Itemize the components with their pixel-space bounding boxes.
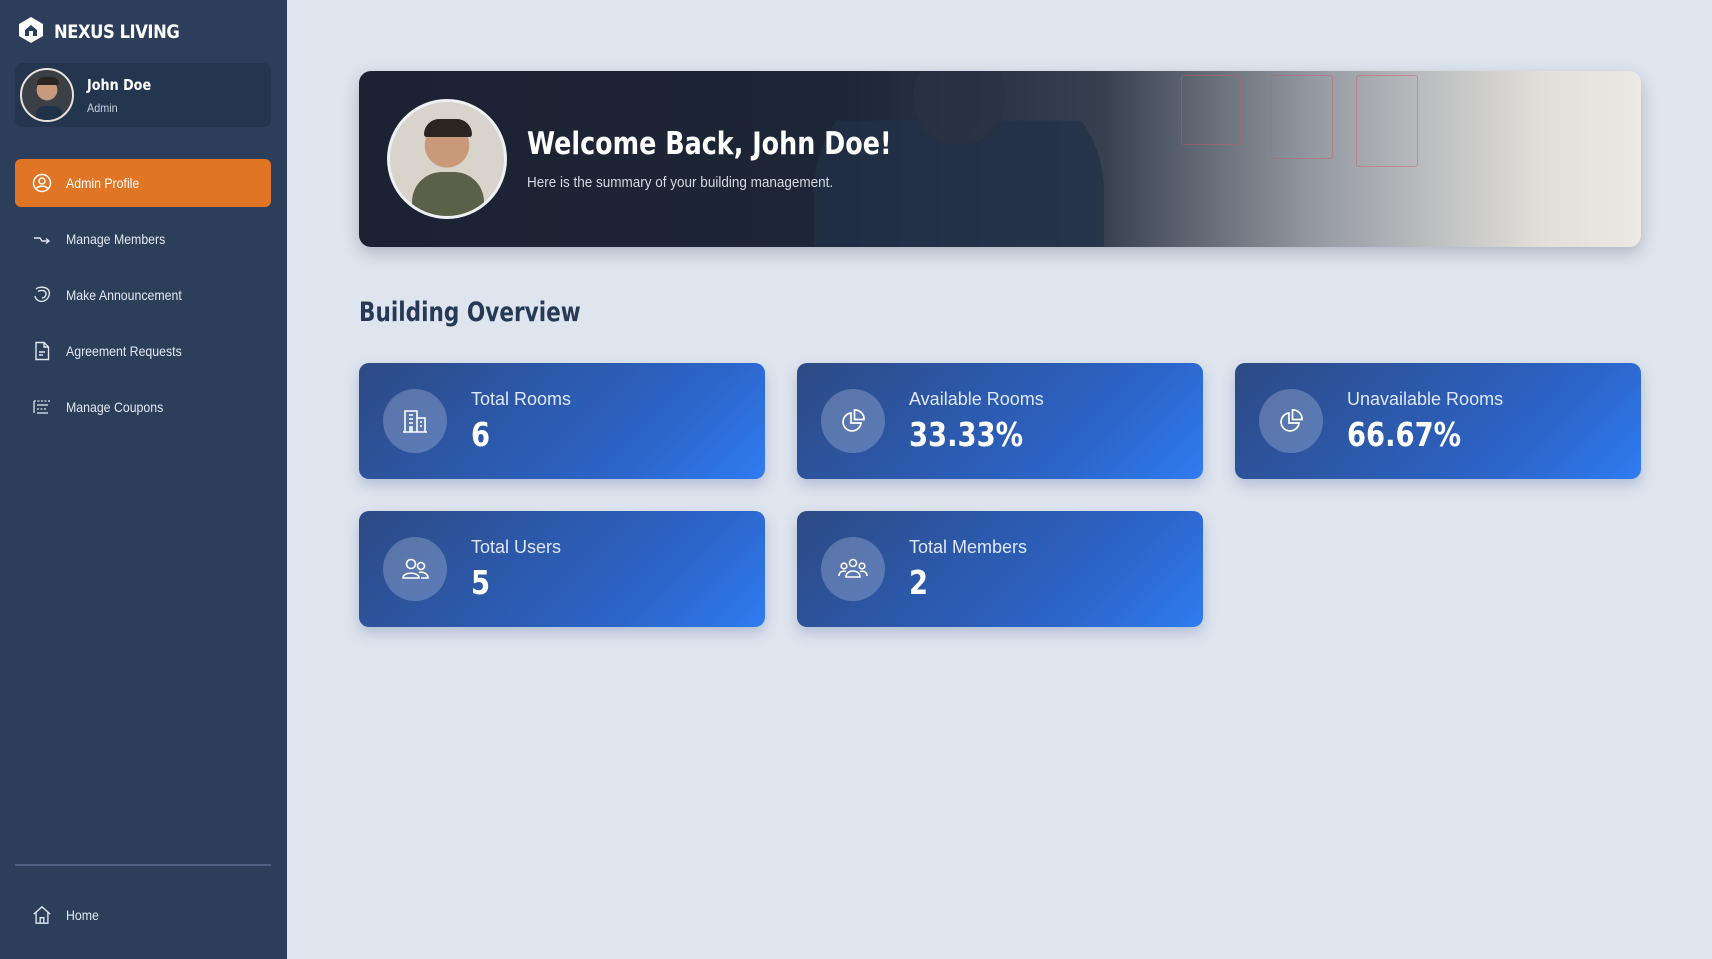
sidebar-nav: Admin Profile Manage Members Make Announ… (15, 159, 271, 439)
sidebar-item-label: Agreement Requests (66, 343, 182, 359)
stat-card-total-members: Total Members 2 (797, 511, 1203, 627)
stat-value: 66.67% (1347, 414, 1462, 454)
stat-label: Available Rooms (909, 388, 1044, 409)
stat-label: Unavailable Rooms (1347, 388, 1504, 409)
pie-chart-icon (821, 389, 885, 453)
house-hexagon-icon (18, 16, 44, 49)
sidebar-divider (15, 864, 271, 866)
arrow-member-icon (32, 229, 52, 249)
document-icon (32, 341, 52, 361)
users-icon (383, 537, 447, 601)
avatar-large (387, 99, 507, 219)
sidebar-item-label: Make Announcement (66, 287, 182, 303)
building-icon (383, 389, 447, 453)
sidebar-item-label: Manage Members (66, 231, 166, 247)
sidebar-item-manage-coupons[interactable]: Manage Coupons (15, 383, 271, 431)
sidebar: NEXUS LIVING John Doe Admin Admin Profil… (0, 0, 287, 959)
stat-value: 6 (471, 414, 491, 454)
coupon-list-icon (32, 397, 52, 417)
stat-value: 33.33% (909, 414, 1024, 454)
welcome-banner: Welcome Back, John Doe! Here is the summ… (359, 71, 1641, 247)
members-group-icon (821, 537, 885, 601)
pie-chart-icon (1259, 389, 1323, 453)
stat-label: Total Members (909, 536, 1028, 557)
brand[interactable]: NEXUS LIVING (18, 15, 200, 49)
sidebar-item-agreement-requests[interactable]: Agreement Requests (15, 327, 271, 375)
user-name: John Doe (87, 75, 152, 94)
brand-name: NEXUS LIVING (54, 21, 180, 43)
stat-value: 5 (471, 562, 491, 602)
sidebar-item-admin-profile[interactable]: Admin Profile (15, 159, 271, 207)
stat-card-unavailable-rooms: Unavailable Rooms 66.67% (1235, 363, 1641, 479)
home-icon (32, 905, 52, 925)
sidebar-item-label: Manage Coupons (66, 399, 164, 415)
stat-label: Total Users (471, 536, 562, 557)
stat-card-total-users: Total Users 5 (359, 511, 765, 627)
section-title: Building Overview (359, 297, 581, 328)
sidebar-item-manage-members[interactable]: Manage Members (15, 215, 271, 263)
announcement-icon (32, 285, 52, 305)
sidebar-item-label: Home (66, 907, 99, 923)
welcome-title: Welcome Back, John Doe! (527, 126, 892, 162)
stat-value: 2 (909, 562, 929, 602)
user-role: Admin (87, 100, 118, 115)
stat-card-total-rooms: Total Rooms 6 (359, 363, 765, 479)
banner-background-sketches (1121, 71, 1641, 247)
user-circle-icon (32, 173, 52, 193)
sidebar-item-make-announcement[interactable]: Make Announcement (15, 271, 271, 319)
sidebar-item-label: Admin Profile (66, 175, 140, 191)
welcome-subtitle: Here is the summary of your building man… (527, 174, 834, 191)
stat-label: Total Rooms (471, 388, 572, 409)
user-card: John Doe Admin (15, 63, 271, 127)
sidebar-item-home[interactable]: Home (15, 891, 271, 939)
avatar (20, 68, 74, 122)
stat-card-available-rooms: Available Rooms 33.33% (797, 363, 1203, 479)
